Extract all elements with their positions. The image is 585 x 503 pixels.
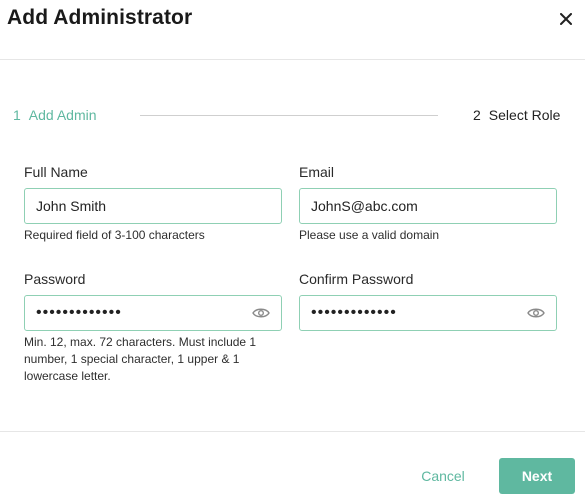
confirm-password-label: Confirm Password bbox=[299, 271, 414, 287]
email-label: Email bbox=[299, 164, 335, 180]
cancel-button[interactable]: Cancel bbox=[404, 459, 482, 493]
step-select-role: 2 Select Role bbox=[473, 107, 560, 123]
step-label: Select Role bbox=[488, 107, 561, 123]
eye-icon[interactable] bbox=[526, 305, 546, 321]
header-divider bbox=[0, 59, 585, 60]
confirm-password-input[interactable] bbox=[300, 296, 556, 330]
password-input-box bbox=[24, 295, 282, 331]
add-administrator-dialog: Add Administrator 1 Add Admin 2 Select R… bbox=[0, 0, 585, 503]
password-input[interactable] bbox=[25, 296, 281, 330]
step-number: 1 bbox=[13, 107, 21, 123]
email-input[interactable] bbox=[300, 189, 556, 223]
password-field: Password Min. 12, max. 72 characters. Mu… bbox=[24, 270, 282, 385]
footer-divider bbox=[0, 431, 585, 432]
full-name-field: Full Name Required field of 3-100 charac… bbox=[24, 163, 282, 244]
eye-icon[interactable] bbox=[251, 305, 271, 321]
dialog-title: Add Administrator bbox=[7, 6, 193, 29]
password-hint: Min. 12, max. 72 characters. Must includ… bbox=[24, 335, 257, 383]
close-icon[interactable] bbox=[557, 10, 575, 28]
full-name-input-box bbox=[24, 188, 282, 224]
confirm-password-input-box bbox=[299, 295, 557, 331]
confirm-password-field: Confirm Password bbox=[299, 270, 557, 331]
step-label: Add Admin bbox=[28, 107, 97, 123]
full-name-hint: Required field of 3-100 characters bbox=[24, 228, 205, 242]
next-button[interactable]: Next bbox=[499, 458, 575, 494]
email-hint: Please use a valid domain bbox=[299, 228, 440, 242]
step-add-admin: 1 Add Admin bbox=[13, 107, 97, 123]
step-number: 2 bbox=[473, 107, 481, 123]
full-name-label: Full Name bbox=[24, 164, 88, 180]
stepper-line bbox=[140, 115, 438, 116]
password-label: Password bbox=[24, 271, 86, 287]
email-field: Email Please use a valid domain bbox=[299, 163, 557, 244]
email-input-box bbox=[299, 188, 557, 224]
full-name-input[interactable] bbox=[25, 189, 281, 223]
